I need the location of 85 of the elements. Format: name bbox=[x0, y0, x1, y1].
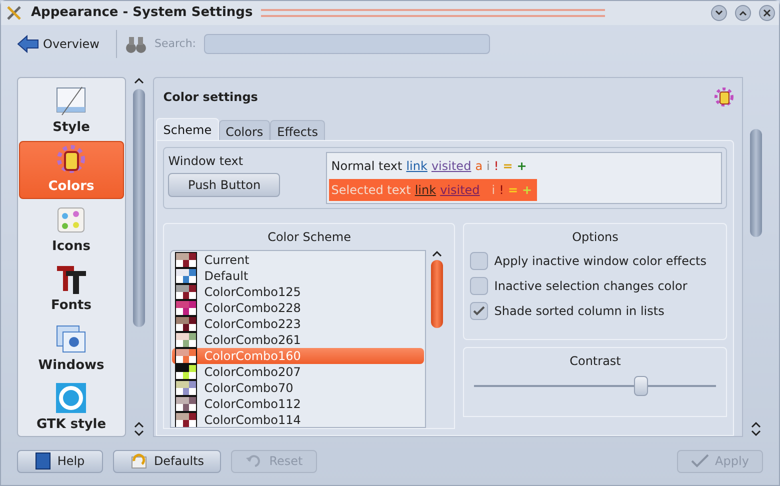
tab[interactable]: Effects bbox=[270, 120, 325, 142]
window-text: Window text bbox=[168, 153, 244, 168]
contrast-slider[interactable] bbox=[474, 376, 716, 396]
checkbox[interactable] bbox=[470, 252, 488, 270]
scheme-item[interactable]: ColorCombo207 bbox=[172, 364, 424, 380]
group-title: Contrast bbox=[568, 353, 622, 370]
group-title: Options bbox=[571, 229, 620, 246]
scheme-item[interactable]: ColorCombo125 bbox=[172, 284, 424, 300]
scheme-item[interactable]: ColorCombo223 bbox=[172, 316, 424, 332]
window-title: Appearance - System Settings bbox=[31, 4, 253, 22]
checkbox-label[interactable]: Inactive selection changes color bbox=[494, 277, 688, 295]
sample-link[interactable]: link bbox=[406, 157, 428, 175]
scrollbar-thumb[interactable] bbox=[133, 89, 146, 327]
sample-text: a bbox=[475, 158, 483, 175]
sidebar-item[interactable]: Style bbox=[19, 82, 124, 140]
scheme-item[interactable]: ColorCombo114 bbox=[172, 412, 424, 427]
scheme-item[interactable]: ColorCombo228 bbox=[172, 300, 424, 316]
caret-down-icon[interactable] bbox=[751, 429, 762, 437]
scheme-swatch-icon bbox=[175, 332, 198, 348]
scheme-swatch-icon bbox=[175, 380, 198, 396]
scheme-swatch-icon bbox=[175, 348, 198, 364]
push-button[interactable]: Push Button bbox=[168, 173, 280, 197]
caret-up-icon[interactable] bbox=[432, 250, 442, 258]
sample-link[interactable]: visited bbox=[431, 157, 472, 175]
sample-text: + bbox=[522, 182, 532, 199]
tab[interactable]: Scheme bbox=[156, 118, 219, 140]
checkbox-label[interactable]: Apply inactive window color effects bbox=[494, 252, 707, 270]
sample-text: i bbox=[492, 182, 496, 199]
caret-up-icon[interactable] bbox=[134, 421, 144, 429]
checkbox-label[interactable]: Shade sorted column in lists bbox=[494, 302, 664, 320]
caret-up-icon[interactable] bbox=[751, 421, 762, 429]
tools-icon bbox=[5, 4, 23, 22]
help-button[interactable]: Help bbox=[17, 450, 103, 472]
sample-link[interactable]: link bbox=[414, 181, 436, 199]
minimize-button[interactable] bbox=[711, 5, 727, 21]
scheme-swatch-icon bbox=[175, 252, 198, 268]
close-icon bbox=[763, 9, 771, 17]
group-title: Color Scheme bbox=[266, 229, 352, 246]
caret-up-icon[interactable] bbox=[134, 77, 144, 85]
sample-text: + bbox=[516, 158, 527, 175]
window-style-icon bbox=[54, 85, 88, 118]
sample-text: Normal text bbox=[331, 158, 402, 175]
caret-down-icon bbox=[715, 10, 723, 16]
scheme-swatch-icon bbox=[175, 364, 198, 380]
scheme-swatch-icon bbox=[175, 396, 198, 412]
overview-button[interactable]: Overview bbox=[9, 30, 108, 58]
sample-text: i bbox=[486, 158, 490, 175]
windows-icon bbox=[54, 322, 88, 355]
sample-text: ! bbox=[494, 158, 499, 175]
page-title: Color settings bbox=[163, 89, 258, 106]
back-arrow-icon bbox=[17, 35, 39, 53]
scheme-item[interactable]: ColorCombo112 bbox=[172, 396, 424, 412]
scheme-item[interactable]: ColorCombo70 bbox=[172, 380, 424, 396]
scheme-swatch-icon bbox=[175, 316, 198, 332]
caret-down-icon[interactable] bbox=[134, 429, 144, 437]
checkbox[interactable] bbox=[470, 302, 488, 320]
sidebar-item[interactable]: Fonts bbox=[19, 260, 124, 318]
scheme-swatch-icon bbox=[175, 300, 198, 316]
scheme-swatch-icon bbox=[175, 412, 198, 427]
scheme-item[interactable]: Default bbox=[172, 268, 424, 284]
sidebar-item[interactable]: GTK style bbox=[19, 378, 124, 436]
search-field[interactable] bbox=[204, 34, 490, 54]
scrollbar-thumb[interactable] bbox=[750, 129, 762, 237]
sample-text: = bbox=[508, 182, 518, 199]
sample-text: = bbox=[502, 158, 513, 175]
maximize-button[interactable] bbox=[735, 5, 751, 21]
font-icon bbox=[54, 263, 88, 296]
scheme-swatch-icon bbox=[175, 268, 198, 284]
caret-up-icon bbox=[739, 10, 747, 16]
sidebar-item[interactable]: Icons bbox=[19, 200, 124, 258]
binoculars-icon bbox=[124, 34, 146, 54]
sample-text: Selected text bbox=[331, 182, 411, 199]
gtk-icon bbox=[54, 382, 88, 414]
scheme-swatch-icon bbox=[175, 284, 198, 300]
search-label: Search: bbox=[154, 36, 196, 52]
scheme-item[interactable]: ColorCombo261 bbox=[172, 332, 424, 348]
scheme-item[interactable]: Current bbox=[172, 252, 424, 268]
checkmark-icon bbox=[691, 454, 710, 468]
defaults-button[interactable]: Defaults bbox=[113, 450, 221, 472]
checkbox[interactable] bbox=[470, 277, 488, 295]
close-button[interactable] bbox=[759, 5, 775, 21]
sidebar-item[interactable]: Windows bbox=[19, 319, 124, 377]
scrollbar-thumb[interactable] bbox=[431, 260, 444, 328]
restore-icon bbox=[130, 453, 148, 469]
sample-text: ! bbox=[499, 182, 504, 199]
